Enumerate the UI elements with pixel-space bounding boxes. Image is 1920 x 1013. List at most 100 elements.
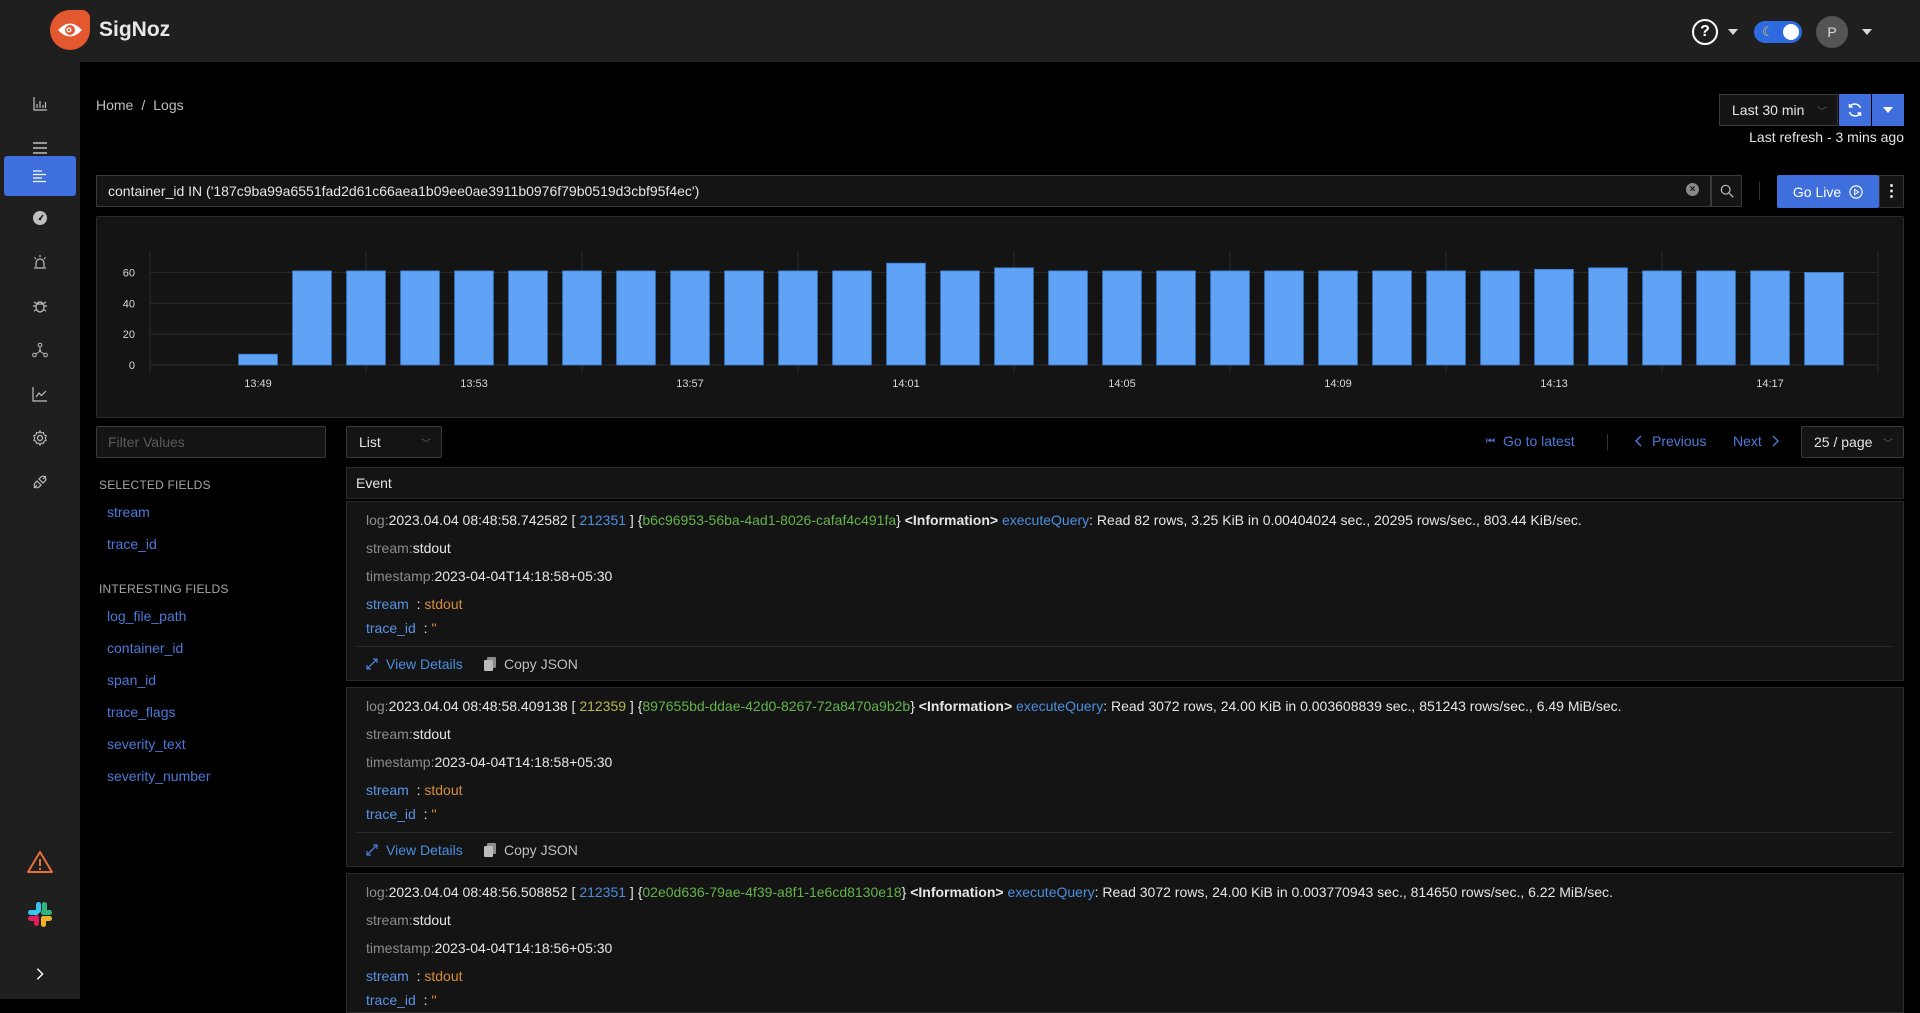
view-mode-value: List xyxy=(359,434,381,450)
histogram-bar xyxy=(1102,270,1142,366)
breadcrumb-current: Logs xyxy=(153,97,184,113)
log-punct: ] { xyxy=(626,884,643,900)
copy-json-button[interactable]: Copy JSON xyxy=(484,842,578,858)
more-options-button[interactable]: ⋮ xyxy=(1879,175,1904,208)
attr-value: '' xyxy=(431,806,437,822)
time-range-value: Last 30 min xyxy=(1732,102,1805,118)
log-level: <Information> xyxy=(918,698,1013,714)
x-tick-label: 14:09 xyxy=(1324,378,1352,390)
sidebar-item-get-started[interactable] xyxy=(4,462,76,502)
log-stream: stream:stdout xyxy=(366,540,451,556)
sidebar-item-service-map[interactable] xyxy=(4,330,76,370)
logs-histogram-card: 0 20 40 60 13:49 13:53 13:57 14:01 14:05 14:09 14:… xyxy=(96,216,1904,418)
copy-icon xyxy=(484,843,496,857)
log-body: log:2023.04.04 08:48:56.508852 [ 212351 … xyxy=(366,884,1613,900)
interesting-field-item[interactable]: severity_number xyxy=(96,760,326,792)
sidebar-item-logs[interactable] xyxy=(4,156,76,196)
search-button[interactable] xyxy=(1711,175,1742,207)
log-entry[interactable]: log:2023.04.04 08:48:58.742582 [ 212351 … xyxy=(346,501,1904,681)
top-header: SigNoz ? ☾ P xyxy=(0,0,1920,62)
attr-stream: stream : stdout xyxy=(366,596,463,612)
attr-key: stream xyxy=(366,596,409,612)
refresh-button[interactable] xyxy=(1839,94,1871,126)
go-live-button[interactable]: Go Live xyxy=(1777,175,1879,208)
sync-icon xyxy=(1848,103,1862,117)
chevron-down-icon: ﹀ xyxy=(1883,438,1893,450)
copy-json-button[interactable]: Copy JSON xyxy=(484,656,578,672)
go-to-latest-button[interactable]: ⏮ Go to latest xyxy=(1486,433,1575,449)
selected-field-item[interactable]: stream xyxy=(96,496,326,528)
time-range-select[interactable]: Last 30 min ﹀ xyxy=(1719,94,1838,126)
divider xyxy=(357,646,1893,647)
interesting-fields-title: INTERESTING FIELDS xyxy=(99,582,229,596)
log-level: <Information> xyxy=(904,512,999,528)
view-details-button[interactable]: View Details xyxy=(366,656,463,672)
next-page-button[interactable]: Next xyxy=(1733,433,1780,449)
log-source: executeQuery xyxy=(1007,884,1095,900)
page-size-select[interactable]: 25 / page ﹀ xyxy=(1801,426,1904,458)
attr-trace-id: trace_id : '' xyxy=(366,620,437,636)
y-tick-label: 60 xyxy=(123,267,135,279)
view-mode-select[interactable]: List ﹀ xyxy=(346,426,442,458)
avatar[interactable]: P xyxy=(1816,16,1848,48)
query-id: b6c96953-56ba-4ad1-8026-cafaf4c491fa xyxy=(642,512,897,528)
attr-key: trace_id xyxy=(366,620,416,636)
view-details-button[interactable]: View Details xyxy=(366,842,463,858)
log-entry[interactable]: log:2023.04.04 08:48:58.409138 [ 212359 … xyxy=(346,687,1904,867)
sidebar-collapse-button[interactable] xyxy=(4,954,76,994)
clear-search-icon[interactable]: × xyxy=(1686,183,1699,196)
filter-values-input[interactable] xyxy=(96,426,326,458)
histogram-bar xyxy=(1804,272,1844,366)
sidebar-item-settings[interactable] xyxy=(4,418,76,458)
event-column-label: Event xyxy=(356,475,392,491)
histogram-bar xyxy=(1210,270,1250,366)
logo[interactable]: SigNoz xyxy=(50,10,170,50)
log-datetime: 2023.04.04 08:48:56.508852 [ xyxy=(388,884,580,900)
sidebar-item-version-warning[interactable] xyxy=(4,842,76,882)
help-icon[interactable]: ? xyxy=(1692,19,1718,45)
log-label: log: xyxy=(366,698,389,714)
log-body: log:2023.04.04 08:48:58.409138 [ 212359 … xyxy=(366,698,1622,714)
interesting-field-item[interactable]: severity_text xyxy=(96,728,326,760)
refresh-interval-dropdown[interactable] xyxy=(1872,94,1904,126)
sidebar-item-slack[interactable] xyxy=(4,894,76,934)
help-dropdown-icon[interactable] xyxy=(1728,29,1738,35)
histogram-bar xyxy=(1048,270,1088,366)
interesting-field-item[interactable]: container_id xyxy=(96,632,326,664)
app-name: SigNoz xyxy=(99,18,171,41)
log-entry[interactable]: log:2023.04.04 08:48:56.508852 [ 212351 … xyxy=(346,873,1904,1013)
warning-icon xyxy=(27,851,53,873)
expand-icon xyxy=(366,658,378,670)
query-text: container_id IN ('187c9ba99a6551fad2d61c… xyxy=(108,183,700,199)
breadcrumb-home[interactable]: Home xyxy=(96,97,133,113)
previous-page-button[interactable]: Previous xyxy=(1634,433,1706,449)
histogram-bar xyxy=(1588,267,1628,366)
log-level: <Information> xyxy=(910,884,1004,900)
histogram-bar xyxy=(1750,270,1790,366)
histogram-bar xyxy=(508,270,548,366)
selected-fields-title: SELECTED FIELDS xyxy=(99,478,211,492)
theme-toggle[interactable]: ☾ xyxy=(1754,21,1802,43)
interesting-field-item[interactable]: log_file_path xyxy=(96,600,326,632)
histogram-bar xyxy=(1696,270,1736,366)
selected-field-item[interactable]: trace_id xyxy=(96,528,326,560)
x-tick-label: 14:17 xyxy=(1756,378,1784,390)
histogram-bar xyxy=(616,270,656,366)
histogram-bar xyxy=(1264,270,1304,366)
histogram-bar xyxy=(778,270,818,366)
divider xyxy=(357,832,1893,833)
sidebar-item-services[interactable] xyxy=(4,84,76,124)
histogram-bar xyxy=(1372,270,1412,366)
sidebar-item-alerts[interactable] xyxy=(4,242,76,282)
interesting-field-item[interactable]: span_id xyxy=(96,664,326,696)
timestamp-value: 2023-04-04T14:18:56+05:30 xyxy=(434,940,613,956)
sidebar-item-exceptions[interactable] xyxy=(4,286,76,326)
sidebar-item-usage-explorer[interactable] xyxy=(4,374,76,414)
divider xyxy=(1607,434,1608,450)
attr-value: '' xyxy=(431,620,437,636)
sidebar-item-dashboards[interactable] xyxy=(4,198,76,238)
interesting-field-item[interactable]: trace_flags xyxy=(96,696,326,728)
user-dropdown-icon[interactable] xyxy=(1862,29,1872,35)
query-search-input[interactable]: container_id IN ('187c9ba99a6551fad2d61c… xyxy=(96,175,1711,207)
log-punct: } xyxy=(896,512,905,528)
